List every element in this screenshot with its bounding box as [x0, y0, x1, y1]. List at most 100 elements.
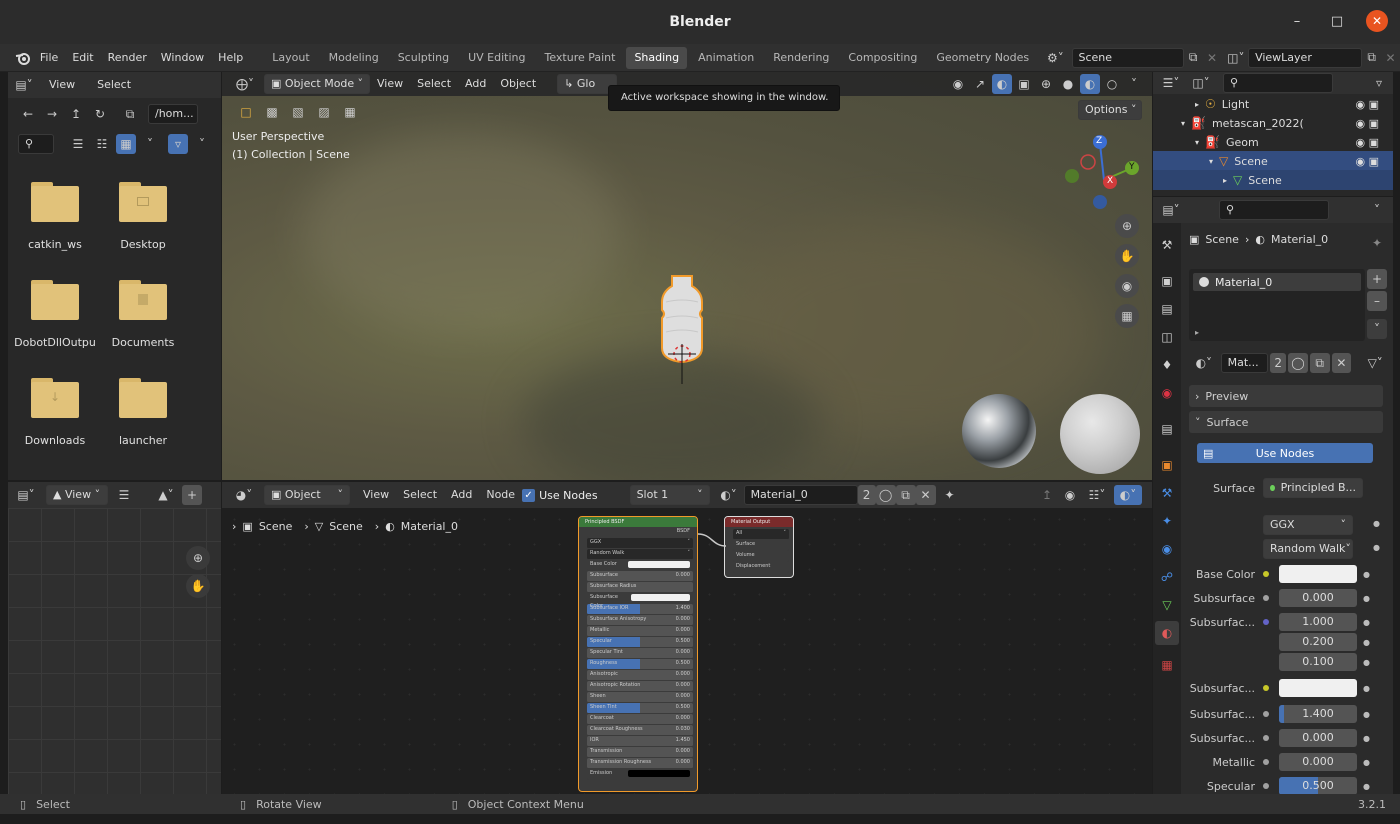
property-value-field[interactable]: 0.100 [1279, 653, 1357, 671]
editor-type-icon[interactable]: ◕˅ [230, 485, 258, 505]
select-intersect-icon[interactable]: ▦ [340, 102, 360, 122]
add-slot-button[interactable]: + [1367, 269, 1387, 289]
snap-options-icon[interactable]: ☷˅ [1083, 485, 1111, 505]
subsurface-method-dropdown[interactable]: Random Walk ˅ [587, 549, 693, 560]
property-value-field[interactable]: 0.000 [1279, 729, 1357, 747]
socket-dot-icon[interactable] [1261, 733, 1271, 743]
expand-toggle-icon[interactable]: ▸ [1195, 100, 1199, 109]
select-subtract-icon[interactable]: ▨ [314, 102, 334, 122]
view-layer-tab-icon[interactable]: ◫ [1155, 325, 1179, 349]
pin-icon[interactable]: ✦ [940, 485, 960, 505]
menu-window[interactable]: Window [154, 44, 211, 72]
node-input-row[interactable]: IOR 1.450 [587, 736, 693, 747]
collection-tab-icon[interactable]: ▤ [1155, 417, 1179, 441]
material-users-count[interactable]: 2 [857, 485, 876, 505]
unlink-material-icon[interactable]: ✕ [1331, 353, 1352, 373]
maximize-button[interactable]: □ [1326, 10, 1348, 32]
principled-bsdf-node[interactable]: Principled BSDF BSDF GGX ˅ Random Walk ˅ B… [578, 516, 698, 792]
material-tab-icon[interactable]: ◐ [1155, 621, 1179, 645]
remove-viewlayer-icon[interactable]: ✕ [1381, 48, 1400, 68]
property-value-field[interactable]: 0.000 [1279, 589, 1357, 607]
socket-dot-icon[interactable] [1261, 781, 1271, 791]
object-tab-icon[interactable]: ▣ [1155, 453, 1179, 477]
folder-item[interactable]: catkin_ws [10, 182, 100, 251]
tab-shading[interactable]: Shading [626, 46, 688, 69]
fb-search-icon[interactable]: ⚲ [18, 134, 54, 154]
keyframe-dot-icon[interactable]: ● [1363, 618, 1371, 627]
select-extend-icon[interactable]: ▧ [288, 102, 308, 122]
remove-slot-button[interactable]: – [1367, 291, 1387, 311]
distribution-dropdown[interactable]: GGX ˅ [1263, 515, 1353, 535]
subsurface-method-dropdown[interactable]: Random Walk ˅ [1263, 539, 1353, 559]
zoom-icon[interactable]: ⊕ [1115, 214, 1139, 238]
material-browse-icon[interactable]: ◐˅ [714, 485, 744, 505]
minimize-button[interactable]: – [1286, 10, 1308, 32]
view-mode-dropdown[interactable]: ▲ View ˅ [46, 485, 108, 505]
overlays-icon[interactable]: ◐˅ [1114, 485, 1142, 505]
visibility-eye-icon[interactable]: ◉ ▣ [1356, 155, 1380, 168]
world-tab-icon[interactable]: ◉ [1155, 381, 1179, 405]
shader-node-editor[interactable]: ◕˅ ▣ Object ˅ View Select Add Node ✓ Use … [222, 482, 1152, 794]
object-mode-dropdown[interactable]: ▣ Object Mode ˅ [264, 74, 370, 94]
options-dropdown[interactable]: Options ˅ [1078, 100, 1142, 120]
new-image-icon[interactable]: + [182, 485, 202, 505]
ne-menu-add[interactable]: Add [444, 482, 479, 508]
output-target-dropdown[interactable]: All ˅ [733, 529, 789, 540]
pin-icon[interactable]: ✦ [1367, 233, 1387, 253]
menu-edit[interactable]: Edit [65, 44, 100, 72]
socket-dot-icon[interactable] [1261, 709, 1271, 719]
3d-viewport[interactable]: ⨁˅ ▣ Object Mode ˅ View Select Add Object… [222, 72, 1152, 480]
close-button[interactable]: ✕ [1366, 10, 1388, 32]
surface-shader-dropdown[interactable]: Principled B... [1263, 478, 1363, 498]
node-input-row[interactable]: Sheen Tint 0.500 [587, 703, 693, 714]
property-value-field[interactable]: 1.000 [1279, 613, 1357, 631]
tab-layout[interactable]: Layout [264, 47, 317, 69]
parent-node-tree-icon[interactable]: ↥ [1037, 485, 1057, 505]
material-slot-item[interactable]: Material_0 [1193, 273, 1361, 291]
material-users-count[interactable]: 2 [1270, 353, 1287, 373]
expand-icon[interactable]: ▸ [1195, 328, 1199, 337]
tool-tab-icon[interactable]: ⚒ [1155, 233, 1179, 257]
path-field[interactable]: /hom... [148, 104, 198, 124]
display-mode-icon[interactable]: ◫˅ [1187, 73, 1215, 93]
parent-dir-icon[interactable]: ↥ [66, 104, 86, 124]
visibility-eye-icon[interactable]: ◉ ▣ [1356, 117, 1380, 130]
socket-dot-icon[interactable] [1261, 569, 1271, 579]
keyframe-dot-icon[interactable]: ● [1363, 594, 1371, 603]
unlink-material-icon[interactable]: ✕ [915, 485, 936, 505]
shading-rendered-icon[interactable]: ○ [1102, 74, 1122, 94]
data-tab-icon[interactable]: ▽ [1155, 593, 1179, 617]
menu-file[interactable]: File [33, 44, 65, 72]
keyframe-dot-icon[interactable]: ● [1363, 638, 1371, 647]
forward-icon[interactable]: → [42, 104, 62, 124]
folder-item[interactable]: launcher [98, 378, 188, 447]
filter-icon[interactable]: ▿ [168, 134, 188, 154]
material-slot-list[interactable]: Material_0 ▸ [1189, 269, 1365, 341]
visibility-eye-icon[interactable]: ◉ ▣ [1356, 136, 1380, 149]
editor-type-icon[interactable]: ☰˅ [1157, 73, 1185, 93]
bsdf-output-socket[interactable]: BSDF [587, 527, 693, 538]
fb-menu-select[interactable]: Select [90, 72, 138, 98]
outliner-row[interactable]: ▾ ⛽ Geom ◉ ▣ [1153, 132, 1393, 152]
keyframe-dot-icon[interactable]: ● [1363, 758, 1371, 767]
material-output-node[interactable]: Material Output All ˅ Surface Volume Disp… [724, 516, 794, 578]
tab-sculpting[interactable]: Sculpting [390, 47, 457, 69]
navigation-gizmo[interactable]: Z Y X [1060, 134, 1150, 214]
vp-menu-select[interactable]: Select [410, 72, 458, 96]
tab-rendering[interactable]: Rendering [765, 47, 837, 69]
property-value-field[interactable] [1279, 565, 1357, 583]
editor-type-icon[interactable]: ⨁˅ [230, 74, 260, 94]
render-tab-icon[interactable]: ▣ [1155, 269, 1179, 293]
property-value-field[interactable]: 0.500 [1279, 777, 1357, 795]
use-nodes-button[interactable]: ▤ Use Nodes [1197, 443, 1373, 463]
ortho-grid-icon[interactable]: ▦ [1115, 304, 1139, 328]
fake-user-shield-icon[interactable]: ◯ [1288, 353, 1308, 373]
properties-search[interactable]: ⚲ [1219, 200, 1329, 220]
shading-material-icon[interactable]: ◐ [1080, 74, 1100, 94]
ne-menu-node[interactable]: Node [479, 482, 522, 508]
volume-socket[interactable]: Volume [733, 551, 789, 562]
fb-menu-view[interactable]: View [42, 72, 82, 98]
fake-user-shield-icon[interactable]: ◯ [875, 485, 896, 505]
node-input-row[interactable]: Anisotropic 0.000 [587, 670, 693, 681]
blender-logo-icon[interactable] [14, 48, 33, 68]
